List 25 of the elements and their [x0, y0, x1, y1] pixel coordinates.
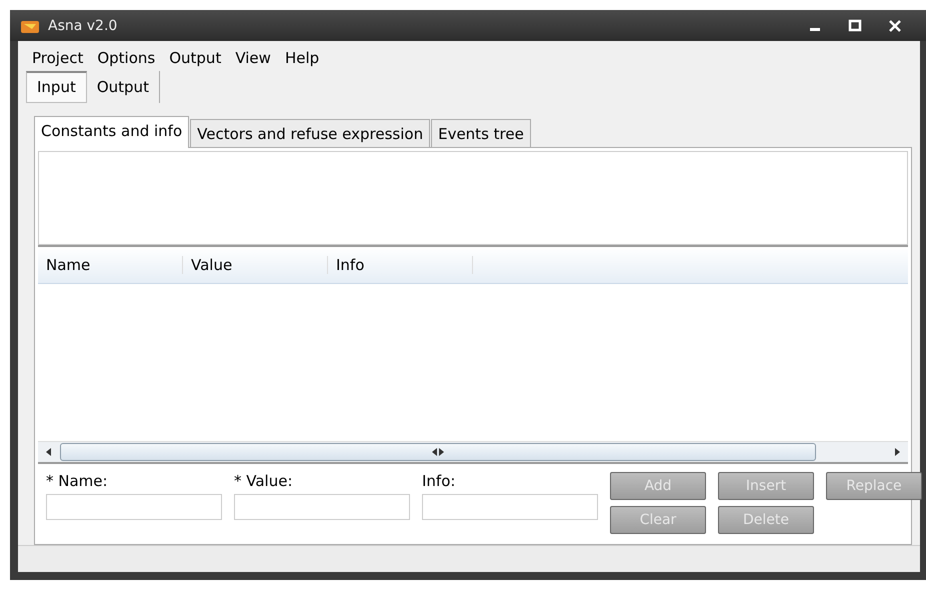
menu-item[interactable]: Help [278, 47, 326, 69]
column-header[interactable]: Info [328, 256, 473, 274]
input-field[interactable] [422, 494, 598, 520]
grip-icon[interactable] [432, 448, 444, 456]
field-label: * Name: [46, 472, 109, 490]
column-header[interactable]: Name [38, 256, 183, 274]
field-label: * Value: [234, 472, 294, 490]
scroll-right-icon[interactable] [894, 448, 900, 456]
input-field[interactable] [46, 494, 222, 520]
tab[interactable]: Constants and info [34, 116, 190, 148]
tab[interactable]: Input [26, 71, 87, 103]
scroll-bar[interactable] [38, 441, 908, 462]
window-title: Asna v2.0 [48, 18, 118, 34]
menu-item[interactable]: Options [91, 47, 162, 69]
tab[interactable]: Vectors and refuse expression [190, 119, 430, 147]
column-header[interactable]: Value [183, 256, 328, 274]
menu-item[interactable]: Project [26, 47, 90, 69]
input-field[interactable] [234, 494, 410, 520]
maximize-icon[interactable] [848, 18, 862, 32]
menu-item[interactable]: View [229, 47, 277, 69]
close-icon[interactable] [888, 18, 902, 32]
field-label: Info: [422, 472, 456, 490]
tab[interactable]: Events tree [431, 119, 531, 147]
menu-item[interactable]: Output [163, 47, 228, 69]
scroll-left-icon[interactable] [46, 448, 52, 456]
